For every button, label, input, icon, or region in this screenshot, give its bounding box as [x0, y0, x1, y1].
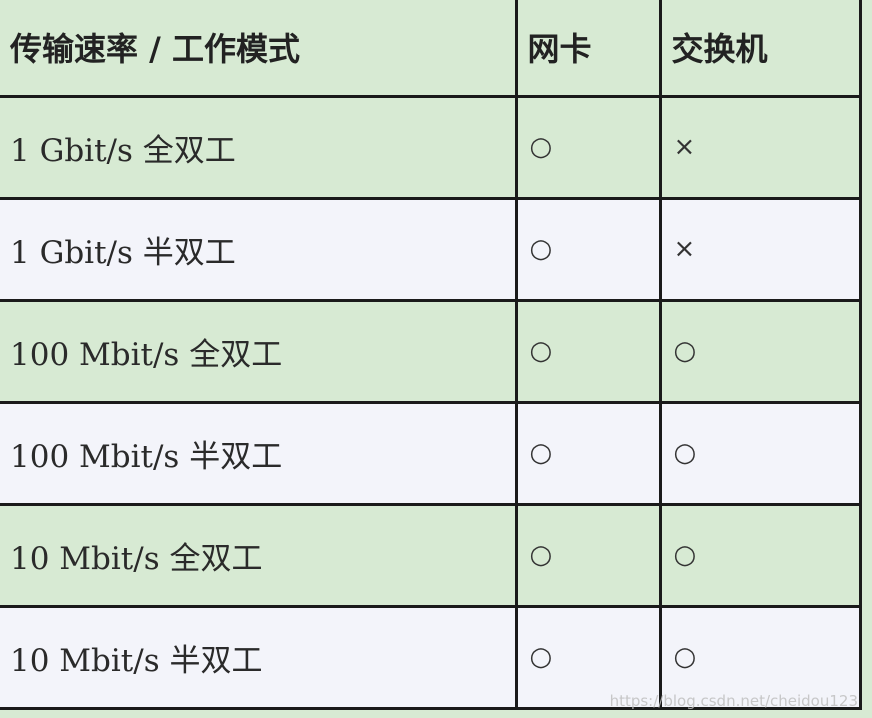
mode-cell: 10 Mbit/s 全双工 [0, 502, 518, 608]
switch-support-cell: ○ [658, 400, 862, 506]
nic-support-cell: ○ [514, 298, 662, 404]
switch-support-cell: × [658, 94, 862, 200]
nic-support-cell: ○ [514, 94, 662, 200]
switch-support-cell: × [658, 196, 862, 302]
transfer-mode-table: 传输速率 / 工作模式 网卡 交换机 1 Gbit/s 全双工 ○ × 1 Gb… [0, 0, 862, 710]
mode-cell: 100 Mbit/s 全双工 [0, 298, 518, 404]
watermark-text: https://blog.csdn.net/cheidou123 [609, 692, 858, 710]
header-switch: 交换机 [658, 0, 862, 98]
nic-support-cell: ○ [514, 400, 662, 506]
mode-cell: 100 Mbit/s 半双工 [0, 400, 518, 506]
table-header-row: 传输速率 / 工作模式 网卡 交换机 [0, 0, 862, 98]
table-row: 1 Gbit/s 半双工 ○ × [0, 196, 862, 302]
table-row: 1 Gbit/s 全双工 ○ × [0, 94, 862, 200]
table-row: 100 Mbit/s 全双工 ○ ○ [0, 298, 862, 404]
header-nic: 网卡 [514, 0, 662, 98]
table-row: 10 Mbit/s 全双工 ○ ○ [0, 502, 862, 608]
nic-support-cell: ○ [514, 502, 662, 608]
switch-support-cell: ○ [658, 502, 862, 608]
switch-support-cell: ○ [658, 298, 862, 404]
mode-cell: 1 Gbit/s 全双工 [0, 94, 518, 200]
document-frame: 传输速率 / 工作模式 网卡 交换机 1 Gbit/s 全双工 ○ × 1 Gb… [0, 0, 872, 718]
nic-support-cell: ○ [514, 196, 662, 302]
header-mode: 传输速率 / 工作模式 [0, 0, 518, 98]
mode-cell: 1 Gbit/s 半双工 [0, 196, 518, 302]
mode-cell: 10 Mbit/s 半双工 [0, 604, 518, 710]
table-row: 100 Mbit/s 半双工 ○ ○ [0, 400, 862, 506]
